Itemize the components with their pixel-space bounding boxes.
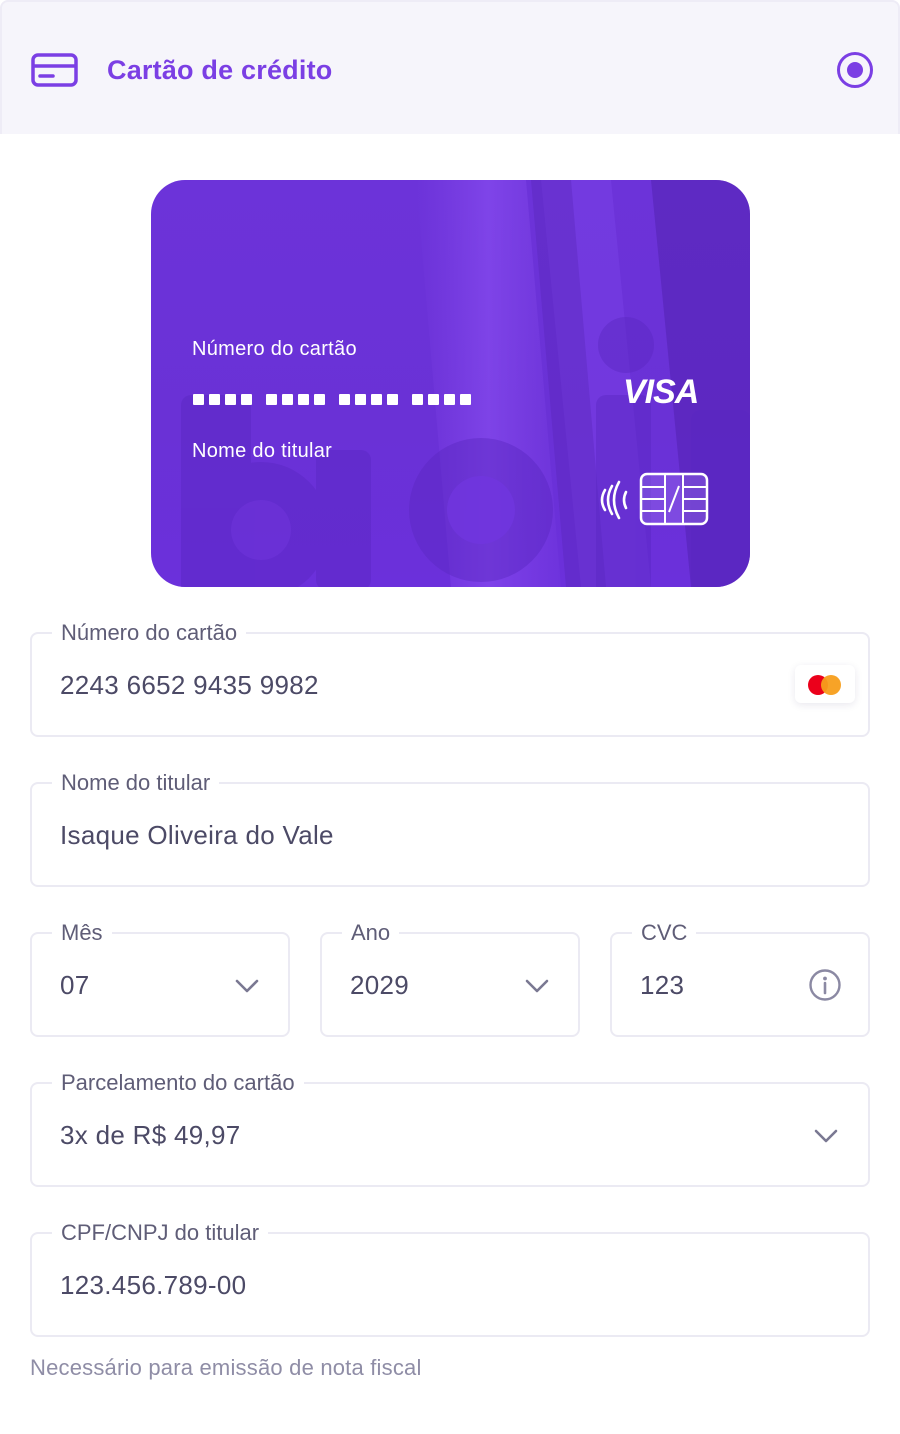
- document-field[interactable]: CPF/CNPJ do titular 123.456.789-00: [30, 1217, 870, 1337]
- holder-name-label: Nome do titular: [52, 767, 220, 799]
- mastercard-icon: [795, 665, 855, 703]
- credit-card-icon: [31, 53, 78, 87]
- payment-option-radio[interactable]: [837, 52, 873, 88]
- installments-select[interactable]: Parcelamento do cartão 3x de R$ 49,97: [30, 1067, 870, 1187]
- month-select[interactable]: Mês 07: [30, 917, 290, 1037]
- payment-option-credit-card[interactable]: Cartão de crédito: [0, 0, 900, 134]
- card-preview-holder-label: Nome do titular: [192, 440, 333, 462]
- info-icon[interactable]: [808, 968, 842, 1002]
- year-value: 2029: [350, 970, 410, 1000]
- chevron-down-icon[interactable]: [813, 1128, 839, 1144]
- cvc-field[interactable]: CVC 123: [610, 917, 870, 1037]
- month-label: Mês: [52, 917, 112, 949]
- chevron-down-icon[interactable]: [234, 978, 260, 994]
- year-select[interactable]: Ano 2029: [320, 917, 580, 1037]
- card-chip-icon: [639, 472, 709, 526]
- cvc-label: CVC: [632, 917, 697, 949]
- card-number-input[interactable]: 2243 6652 9435 9982: [60, 668, 319, 702]
- card-number-label: Número do cartão: [52, 617, 247, 649]
- document-label: CPF/CNPJ do titular: [52, 1217, 269, 1249]
- year-label: Ano: [342, 917, 400, 949]
- document-helper-text: Necessário para emissão de nota fiscal: [30, 1355, 422, 1380]
- card-number-field[interactable]: Número do cartão 2243 6652 9435 9982: [30, 617, 870, 737]
- radio-selected-dot: [847, 62, 863, 78]
- payment-option-title: Cartão de crédito: [107, 55, 333, 85]
- installments-value: 3x de R$ 49,97: [60, 1120, 241, 1150]
- installments-label: Parcelamento do cartão: [52, 1067, 304, 1099]
- card-preview-number-label: Número do cartão: [192, 338, 357, 360]
- contactless-icon: [600, 480, 628, 520]
- cvc-input[interactable]: 123: [640, 968, 684, 1002]
- card-preview-number-mask: [193, 394, 471, 405]
- month-value: 07: [60, 970, 90, 1000]
- card-preview: Número do cartão Nome do titular VISA: [151, 180, 750, 587]
- document-input[interactable]: 123.456.789-00: [60, 1268, 246, 1302]
- visa-logo: VISA: [623, 373, 699, 411]
- holder-name-input[interactable]: Isaque Oliveira do Vale: [60, 818, 334, 852]
- chevron-down-icon[interactable]: [524, 978, 550, 994]
- holder-name-field[interactable]: Nome do titular Isaque Oliveira do Vale: [30, 767, 870, 887]
